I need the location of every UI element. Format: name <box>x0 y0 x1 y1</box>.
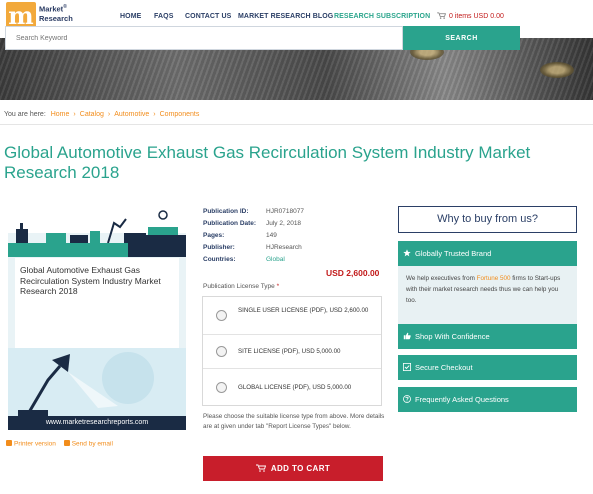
nav-research-subscription[interactable]: RESEARCH SUBSCRIPTION <box>334 13 430 20</box>
thumbs-up-icon <box>403 332 411 340</box>
logo-line-1: Market <box>39 4 64 14</box>
breadcrumb-catalog[interactable]: Catalog <box>80 111 104 118</box>
side-item-label: Frequently Asked Questions <box>415 395 509 404</box>
cover-illustration-top <box>8 205 186 257</box>
detail-value: HJResearch <box>266 244 302 251</box>
search-button[interactable]: SEARCH <box>403 26 520 50</box>
price: USD 2,600.00 <box>326 268 380 278</box>
detail-label: Publisher: <box>203 244 235 251</box>
add-to-cart-button[interactable]: ADD TO CART <box>203 456 383 481</box>
printer-version-link[interactable]: Printer version <box>14 441 56 448</box>
license-type-text: Publication License Type <box>203 283 275 290</box>
cover-title: Global Automotive Exhaust Gas Recirculat… <box>20 265 161 296</box>
report-cover-image: Global Automotive Exhaust Gas Recirculat… <box>8 205 186 430</box>
image-links: Printer version Send by email <box>6 440 113 448</box>
breadcrumb-separator: › <box>153 111 156 118</box>
logo-line-2: Research <box>39 14 73 23</box>
send-by-email-link[interactable]: Send by email <box>72 441 113 448</box>
license-label-single: SINGLE USER LICENSE (PDF), USD 2,600.00 <box>238 307 369 314</box>
globally-trusted-brand-desc: We help executives from Fortune 500 firm… <box>398 266 577 326</box>
breadcrumb-separator: › <box>107 111 111 118</box>
divider <box>0 124 593 125</box>
license-radio-site[interactable] <box>216 346 227 357</box>
license-radio-global[interactable] <box>216 382 227 393</box>
question-icon <box>403 395 411 403</box>
why-buy-heading: Why to buy from us? <box>398 206 577 233</box>
detail-label: Countries: <box>203 256 236 263</box>
secure-checkout-item[interactable]: Secure Checkout <box>398 355 577 380</box>
nav-faqs[interactable]: FAQS <box>154 13 173 20</box>
detail-value: July 2, 2018 <box>266 220 302 227</box>
globally-trusted-brand-item[interactable]: Globally Trusted Brand <box>398 241 577 266</box>
license-option-single[interactable]: SINGLE USER LICENSE (PDF), USD 2,600.00 <box>203 297 381 335</box>
add-to-cart-label: ADD TO CART <box>270 464 331 473</box>
breadcrumb-components[interactable]: Components <box>160 111 200 118</box>
breadcrumb-automotive[interactable]: Automotive <box>114 111 149 118</box>
desc-text: We help executives from <box>406 275 477 282</box>
detail-label: Publication ID: <box>203 208 249 215</box>
factory-illustration <box>8 210 186 257</box>
license-label-site: SITE LICENSE (PDF), USD 5,000.00 <box>238 348 341 355</box>
faq-item[interactable]: Frequently Asked Questions <box>398 387 577 412</box>
star-icon <box>403 249 411 257</box>
page-title: Global Automotive Exhaust Gas Recirculat… <box>4 143 531 182</box>
cart-summary: 0 items USD 0.00 <box>449 13 504 20</box>
breadcrumb-prefix: You are here: <box>4 111 46 118</box>
detail-label: Publication Date: <box>203 220 257 227</box>
shop-with-confidence-item[interactable]: Shop With Confidence <box>398 324 577 349</box>
license-radio-single[interactable] <box>216 310 227 321</box>
side-item-label: Globally Trusted Brand <box>415 249 492 258</box>
required-mark: * <box>276 283 280 290</box>
detail-value[interactable]: Global <box>266 256 285 263</box>
search-input[interactable] <box>5 26 403 50</box>
detail-value: 149 <box>266 232 277 239</box>
breadcrumb: You are here: Home › Catalog › Automotive › Co… <box>4 111 199 118</box>
license-option-global[interactable]: GLOBAL LICENSE (PDF), USD 5,000.00 <box>203 369 381 405</box>
license-note: Please choose the suitable license type … <box>203 413 385 430</box>
detail-label: Pages: <box>203 232 225 239</box>
breadcrumb-separator: › <box>73 111 76 118</box>
banner-eye-right <box>540 62 574 78</box>
license-option-site[interactable]: SITE LICENSE (PDF), USD 5,000.00 <box>203 335 381 369</box>
cart-icon <box>255 464 266 472</box>
header-cart[interactable]: 0 items USD 0.00 <box>437 12 504 20</box>
desc-highlight[interactable]: Fortune 500 <box>477 275 511 282</box>
nav-home[interactable]: HOME <box>120 13 141 20</box>
side-item-label: Secure Checkout <box>415 363 473 372</box>
nav-market-research-blog[interactable]: MARKET RESEARCH BLOG <box>238 13 333 20</box>
license-options: SINGLE USER LICENSE (PDF), USD 2,600.00 … <box>202 296 382 406</box>
registered-mark: ® <box>63 4 67 10</box>
side-item-label: Shop With Confidence <box>415 332 490 341</box>
nav-contact-us[interactable]: CONTACT US <box>185 13 231 20</box>
email-icon <box>63 440 70 446</box>
license-label-global: GLOBAL LICENSE (PDF), USD 5,000.00 <box>238 384 352 391</box>
license-type-label: Publication License Type * <box>203 283 279 290</box>
lamp-illustration <box>18 352 154 416</box>
cart-icon <box>437 12 446 19</box>
cover-url: www.marketresearchreports.com <box>8 416 186 430</box>
detail-value: HJR0718077 <box>266 208 304 215</box>
check-icon <box>403 363 411 371</box>
cover-illustration-bottom <box>8 348 186 416</box>
printer-icon <box>6 440 12 446</box>
breadcrumb-home[interactable]: Home <box>51 111 70 118</box>
